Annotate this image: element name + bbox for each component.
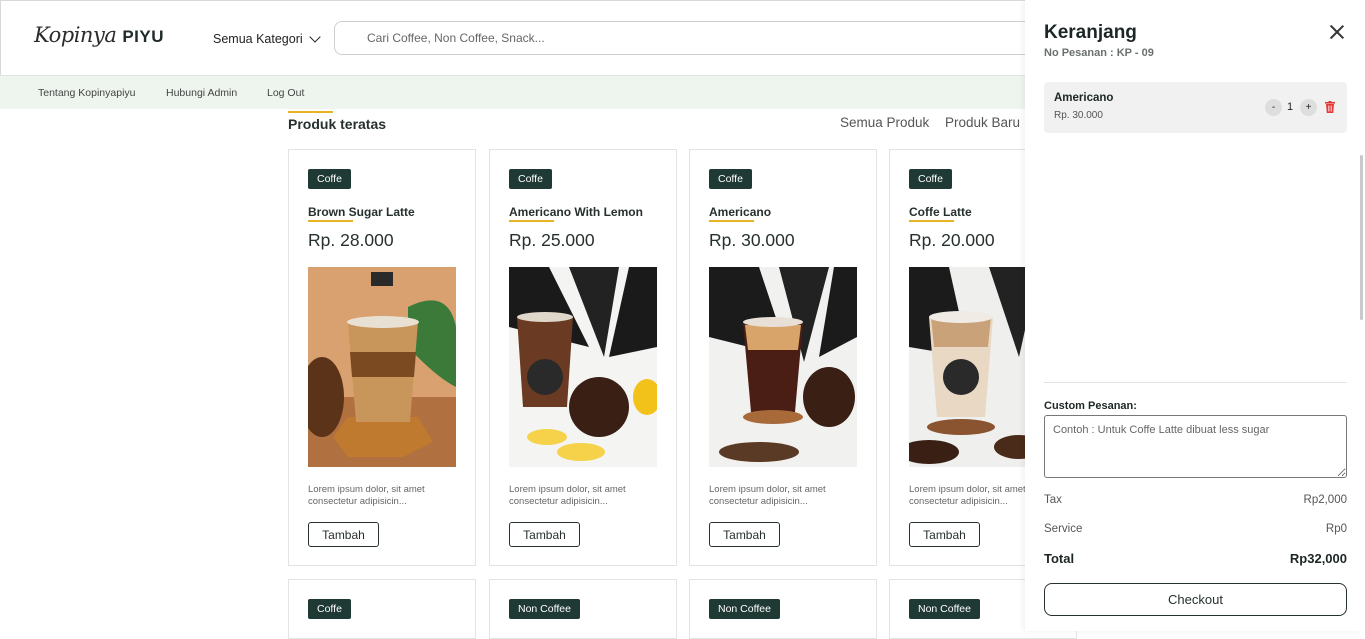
product-name-accent [709,220,754,222]
section-title-accent [288,111,333,113]
nav-about-link[interactable]: Tentang Kopinyapiyu [38,87,136,99]
brand-logo-script: Kopinya [34,23,117,47]
total-label: Total [1044,551,1075,566]
product-description: Lorem ipsum dolor, sit amet consectetur … [509,484,626,507]
order-number: No Pesanan : KP - 09 [1044,47,1154,59]
product-name: Brown Sugar Latte [308,205,415,219]
product-price: Rp. 25.000 [509,230,595,250]
trash-icon[interactable] [1325,101,1335,113]
decrease-quantity-button[interactable]: - [1265,99,1282,116]
category-badge: Non Coffee [909,599,980,619]
chevron-down-icon [308,31,321,43]
brand-logo-bold: PIYU [122,27,165,46]
service-label: Service [1044,523,1083,535]
category-badge: Coffe [709,169,752,189]
custom-order-label: Custom Pesanan: [1044,400,1137,412]
tax-value: Rp2,000 [1303,494,1347,506]
cart-scrollbar[interactable] [1360,155,1363,320]
cart-title: Keranjang [1044,22,1137,43]
product-name: Americano With Lemon [509,205,643,219]
product-name-accent [509,220,554,222]
product-name: Coffe Latte [909,205,972,219]
product-image-americano [709,267,857,467]
brand-logo[interactable]: Kopinya PIYU [34,23,164,55]
cart-item: Americano Rp. 30.000 - 1 + [1044,82,1347,133]
product-image-brown-sugar-latte [308,267,456,467]
product-card: Coffe Brown Sugar Latte Rp. 28.000 Lorem… [288,149,476,566]
cart-divider [1044,382,1347,383]
quantity-value: 1 [1287,101,1294,113]
category-badge: Non Coffee [509,599,580,619]
product-card: Coffe Americano With Lemon Rp. 25.000 Lo… [489,149,677,566]
product-card: Coffe [288,579,476,639]
cart-item-name: Americano [1054,92,1114,104]
category-dropdown-label: Semua Kategori [213,32,303,46]
total-value: Rp32,000 [1289,551,1347,566]
product-card: Non Coffee [689,579,877,639]
search-input[interactable] [335,22,1053,54]
category-badge: Coffe [308,599,351,619]
nav-logout-link[interactable]: Log Out [267,87,304,99]
checkout-button[interactable]: Checkout [1044,583,1347,616]
increase-quantity-button[interactable]: + [1300,99,1317,116]
close-icon[interactable] [1329,24,1345,40]
product-price: Rp. 28.000 [308,230,394,250]
product-price: Rp. 20.000 [909,230,995,250]
product-image-americano-with-lemon [509,267,657,467]
category-badge: Coffe [509,169,552,189]
category-dropdown[interactable]: Semua Kategori [213,31,321,46]
product-description: Lorem ipsum dolor, sit amet consectetur … [308,484,425,507]
product-name: Americano [709,205,772,219]
category-badge: Coffe [308,169,351,189]
cart-item-price: Rp. 30.000 [1054,110,1103,121]
section-title: Produk teratas [288,116,387,132]
product-price: Rp. 30.000 [709,230,795,250]
tab-new-products[interactable]: Produk Baru [945,115,1020,130]
nav-contact-admin-link[interactable]: Hubungi Admin [166,87,237,99]
tab-all-products[interactable]: Semua Produk [840,115,929,130]
search-box [334,21,1054,55]
add-to-cart-button[interactable]: Tambah [509,522,580,547]
category-badge: Coffe [909,169,952,189]
tax-label: Tax [1044,494,1062,506]
add-to-cart-button[interactable]: Tambah [909,522,980,547]
product-card: Non Coffee [489,579,677,639]
custom-order-textarea[interactable] [1044,415,1347,478]
product-card: Coffe Americano Rp. 30.000 Lorem ipsum d… [689,149,877,566]
product-description: Lorem ipsum dolor, sit amet consectetur … [709,484,826,507]
category-badge: Non Coffee [709,599,780,619]
add-to-cart-button[interactable]: Tambah [308,522,379,547]
product-name-accent [308,220,353,222]
add-to-cart-button[interactable]: Tambah [709,522,780,547]
service-value: Rp0 [1325,523,1347,535]
product-name-accent [909,220,954,222]
